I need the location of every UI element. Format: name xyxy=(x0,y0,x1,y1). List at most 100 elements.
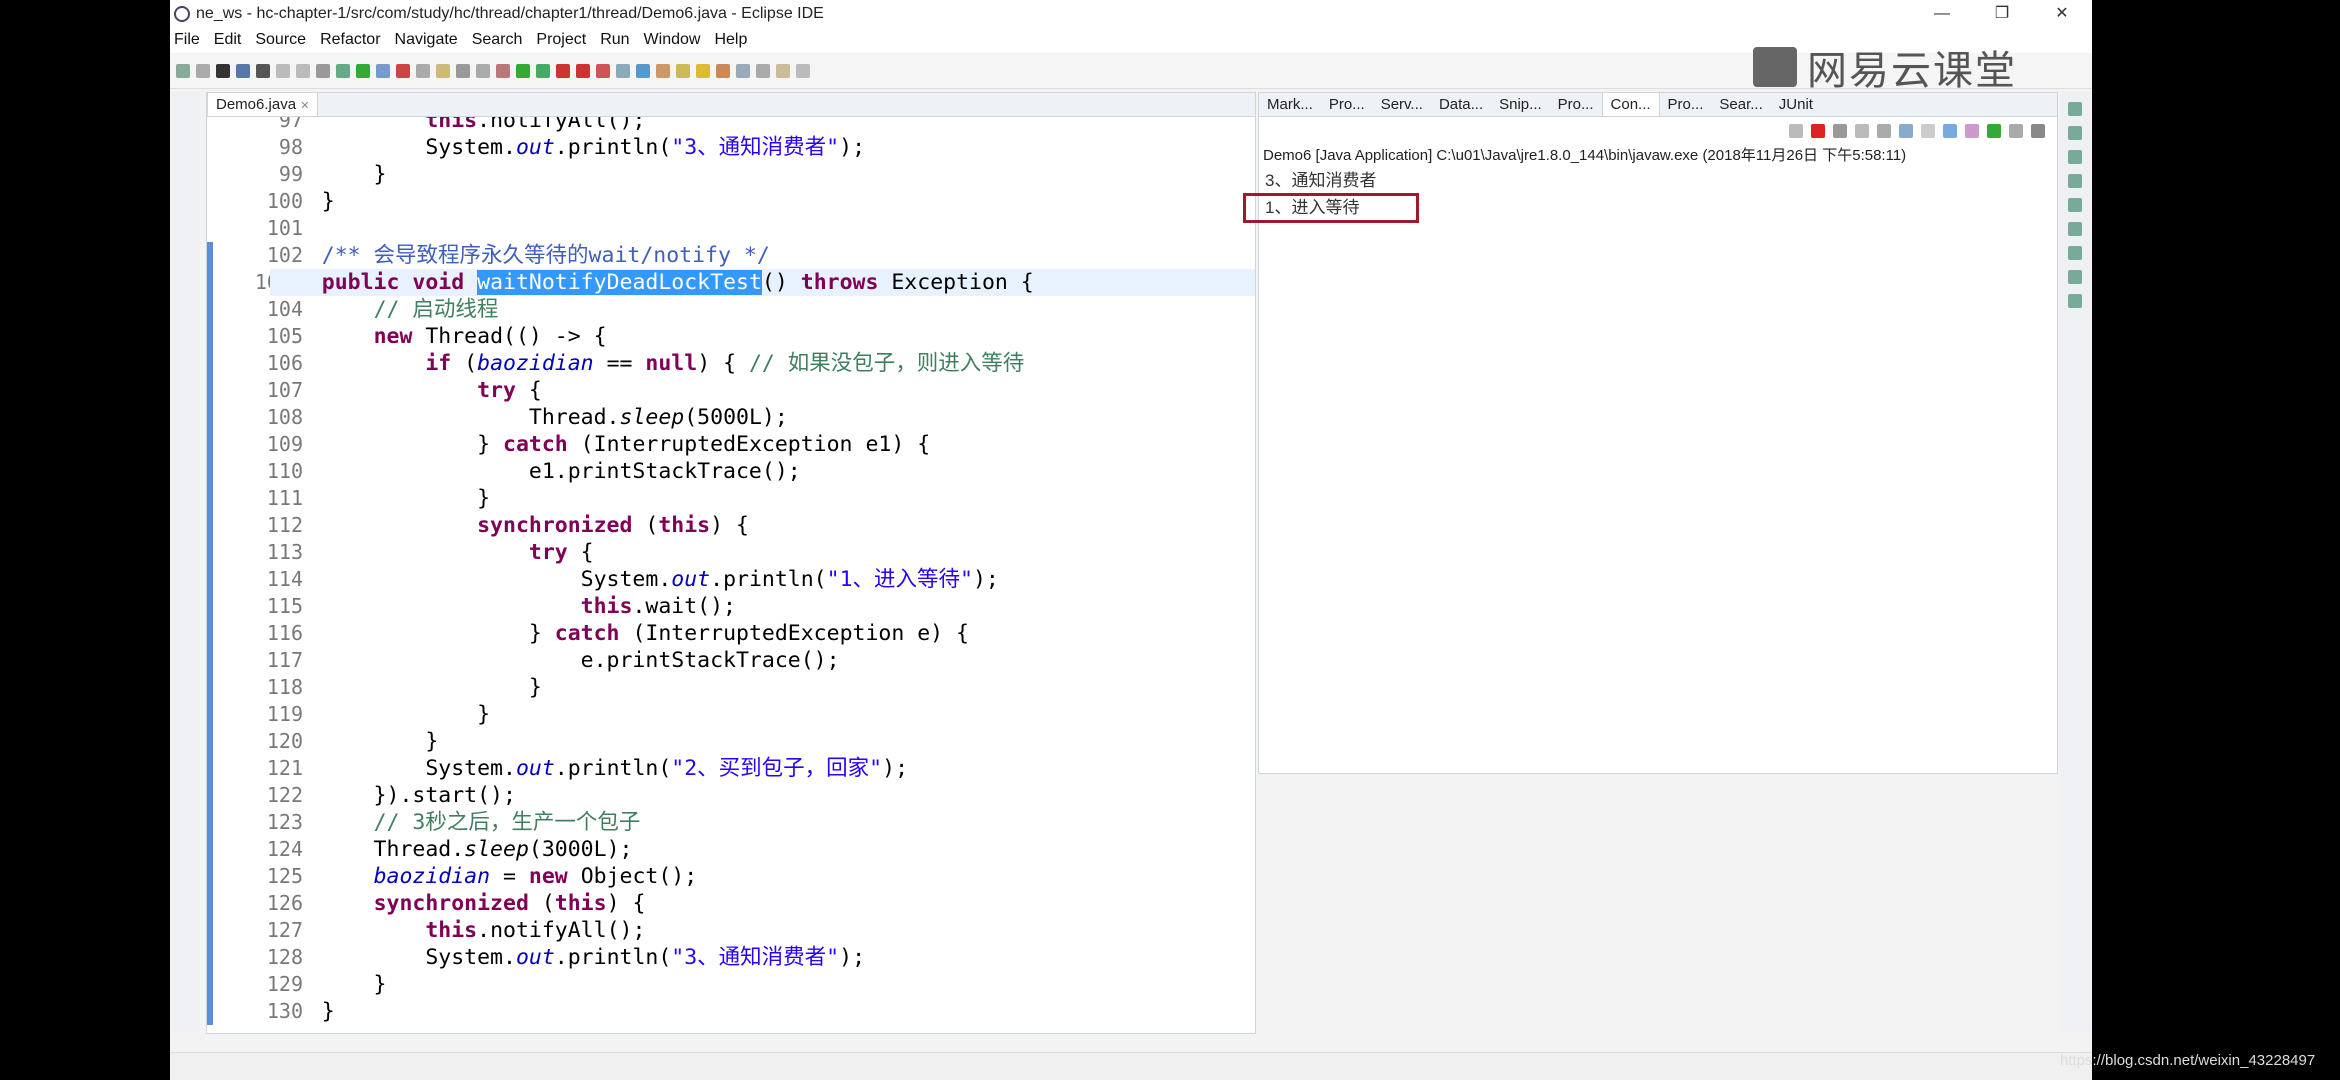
code-line[interactable]: public void waitNotifyDeadLockTest() thr… xyxy=(270,269,1255,296)
code-line[interactable]: Thread.sleep(3000L); xyxy=(270,836,1255,863)
toolbar-button-icon[interactable] xyxy=(216,63,230,78)
code-line[interactable]: // 3秒之后，生产一个包子 xyxy=(270,809,1255,836)
code-line[interactable]: } catch (InterruptedException e) { xyxy=(270,620,1255,647)
tab-con[interactable]: Con... xyxy=(1601,92,1660,116)
view-shortcut-icon[interactable] xyxy=(2068,246,2082,260)
code-area[interactable]: 97 this.notifyAll(); 98 System.out.printl… xyxy=(207,117,1255,1033)
view-shortcut-icon[interactable] xyxy=(2068,174,2082,188)
code-line[interactable]: synchronized (this) { xyxy=(270,890,1255,917)
view-shortcut-icon[interactable] xyxy=(2068,102,2082,116)
menu-window[interactable]: Window xyxy=(644,31,701,49)
toolbar-button-icon[interactable] xyxy=(256,63,270,78)
code-line[interactable]: } xyxy=(270,674,1255,701)
toolbar-button-icon[interactable] xyxy=(416,63,430,78)
code-line[interactable]: Thread.sleep(5000L); xyxy=(270,404,1255,431)
tab-pro[interactable]: Pro... xyxy=(1550,93,1602,116)
tab-mark[interactable]: Mark... xyxy=(1259,93,1321,116)
console-tool-icon[interactable] xyxy=(1943,124,1957,138)
toolbar-button-icon[interactable] xyxy=(796,63,810,78)
tab-snip[interactable]: Snip... xyxy=(1491,93,1550,116)
toolbar-button-icon[interactable] xyxy=(456,63,470,78)
toolbar-button-icon[interactable] xyxy=(236,63,250,78)
toolbar-button-icon[interactable] xyxy=(596,63,610,78)
toolbar-button-icon[interactable] xyxy=(756,63,770,78)
code-line[interactable]: } xyxy=(270,998,1255,1025)
close-button[interactable]: ✕ xyxy=(2032,0,2092,27)
console-tool-icon[interactable] xyxy=(1833,124,1847,138)
console-tool-icon[interactable] xyxy=(1877,124,1891,138)
console-tool-icon[interactable] xyxy=(1855,124,1869,138)
view-shortcut-icon[interactable] xyxy=(2068,222,2082,236)
tab-pro[interactable]: Pro... xyxy=(1660,93,1712,116)
console-tool-icon[interactable] xyxy=(2009,124,2023,138)
maximize-button[interactable]: ❐ xyxy=(1972,0,2032,27)
console-tool-icon[interactable] xyxy=(2031,124,2045,138)
toolbar-button-icon[interactable] xyxy=(776,63,790,78)
code-line[interactable]: } xyxy=(270,485,1255,512)
toolbar-button-icon[interactable] xyxy=(656,63,670,78)
code-line[interactable]: System.out.println("3、通知消费者"); xyxy=(270,134,1255,161)
code-line[interactable]: System.out.println("2、买到包子，回家"); xyxy=(270,755,1255,782)
view-shortcut-icon[interactable] xyxy=(2068,270,2082,284)
view-shortcut-icon[interactable] xyxy=(2068,126,2082,140)
console-tool-icon[interactable] xyxy=(1899,124,1913,138)
toolbar-button-icon[interactable] xyxy=(316,63,330,78)
toolbar-button-icon[interactable] xyxy=(516,63,530,78)
toolbar-button-icon[interactable] xyxy=(736,63,750,78)
toolbar-button-icon[interactable] xyxy=(496,63,510,78)
code-line[interactable]: } catch (InterruptedException e1) { xyxy=(270,431,1255,458)
code-line[interactable]: new Thread(() -> { xyxy=(270,323,1255,350)
code-line[interactable]: } xyxy=(270,971,1255,998)
view-shortcut-icon[interactable] xyxy=(2068,294,2082,308)
toolbar-button-icon[interactable] xyxy=(616,63,630,78)
console-tool-icon[interactable] xyxy=(1921,124,1935,138)
minimize-button[interactable]: — xyxy=(1912,0,1972,27)
code-line[interactable]: this.notifyAll(); xyxy=(270,917,1255,944)
tab-demo6-java[interactable]: Demo6.java ✕ xyxy=(207,92,319,116)
toolbar-button-icon[interactable] xyxy=(336,63,350,78)
toolbar-button-icon[interactable] xyxy=(176,63,190,78)
toolbar-button-icon[interactable] xyxy=(276,63,290,78)
toolbar-button-icon[interactable] xyxy=(356,63,370,78)
tab-sear[interactable]: Sear... xyxy=(1711,93,1770,116)
console-tool-icon[interactable] xyxy=(1811,124,1825,138)
code-line[interactable]: System.out.println("3、通知消费者"); xyxy=(270,944,1255,971)
code-line[interactable]: } xyxy=(270,161,1255,188)
menu-project[interactable]: Project xyxy=(536,31,586,49)
toolbar-button-icon[interactable] xyxy=(636,63,650,78)
toolbar-button-icon[interactable] xyxy=(196,63,210,78)
code-line[interactable]: if (baozidian == null) { // 如果没包子，则进入等待 xyxy=(270,350,1255,377)
toolbar-button-icon[interactable] xyxy=(676,63,690,78)
java-editor[interactable]: Demo6.java ✕ 97 this.notifyAll(); 98 Syst… xyxy=(206,92,1256,1034)
code-line[interactable]: this.notifyAll(); xyxy=(270,117,1255,134)
menu-source[interactable]: Source xyxy=(255,31,306,49)
toolbar-button-icon[interactable] xyxy=(296,63,310,78)
code-line[interactable]: System.out.println("1、进入等待"); xyxy=(270,566,1255,593)
menu-file[interactable]: File xyxy=(174,31,200,49)
toolbar-button-icon[interactable] xyxy=(476,63,490,78)
tab-pro[interactable]: Pro... xyxy=(1321,93,1373,116)
code-line[interactable]: synchronized (this) { xyxy=(270,512,1255,539)
menu-edit[interactable]: Edit xyxy=(214,31,242,49)
code-line[interactable]: } xyxy=(270,701,1255,728)
toolbar-button-icon[interactable] xyxy=(556,63,570,78)
menu-help[interactable]: Help xyxy=(714,31,747,49)
view-shortcut-icon[interactable] xyxy=(2068,198,2082,212)
code-line[interactable]: }).start(); xyxy=(270,782,1255,809)
code-line[interactable]: /** 会导致程序永久等待的wait/notify */ xyxy=(270,242,1255,269)
view-shortcut-icon[interactable] xyxy=(2068,150,2082,164)
console-tool-icon[interactable] xyxy=(1789,124,1803,138)
code-line[interactable]: try { xyxy=(270,539,1255,566)
code-line[interactable]: } xyxy=(270,728,1255,755)
tab-data[interactable]: Data... xyxy=(1431,93,1491,116)
toolbar-button-icon[interactable] xyxy=(436,63,450,78)
menu-search[interactable]: Search xyxy=(472,31,523,49)
toolbar-button-icon[interactable] xyxy=(396,63,410,78)
console-tool-icon[interactable] xyxy=(1965,124,1979,138)
code-line[interactable]: try { xyxy=(270,377,1255,404)
menu-navigate[interactable]: Navigate xyxy=(395,31,458,49)
console-output[interactable]: 3、通知消费者 1、进入等待 xyxy=(1243,167,2057,223)
toolbar-button-icon[interactable] xyxy=(716,63,730,78)
tab-serv[interactable]: Serv... xyxy=(1373,93,1431,116)
toolbar-button-icon[interactable] xyxy=(696,63,710,78)
